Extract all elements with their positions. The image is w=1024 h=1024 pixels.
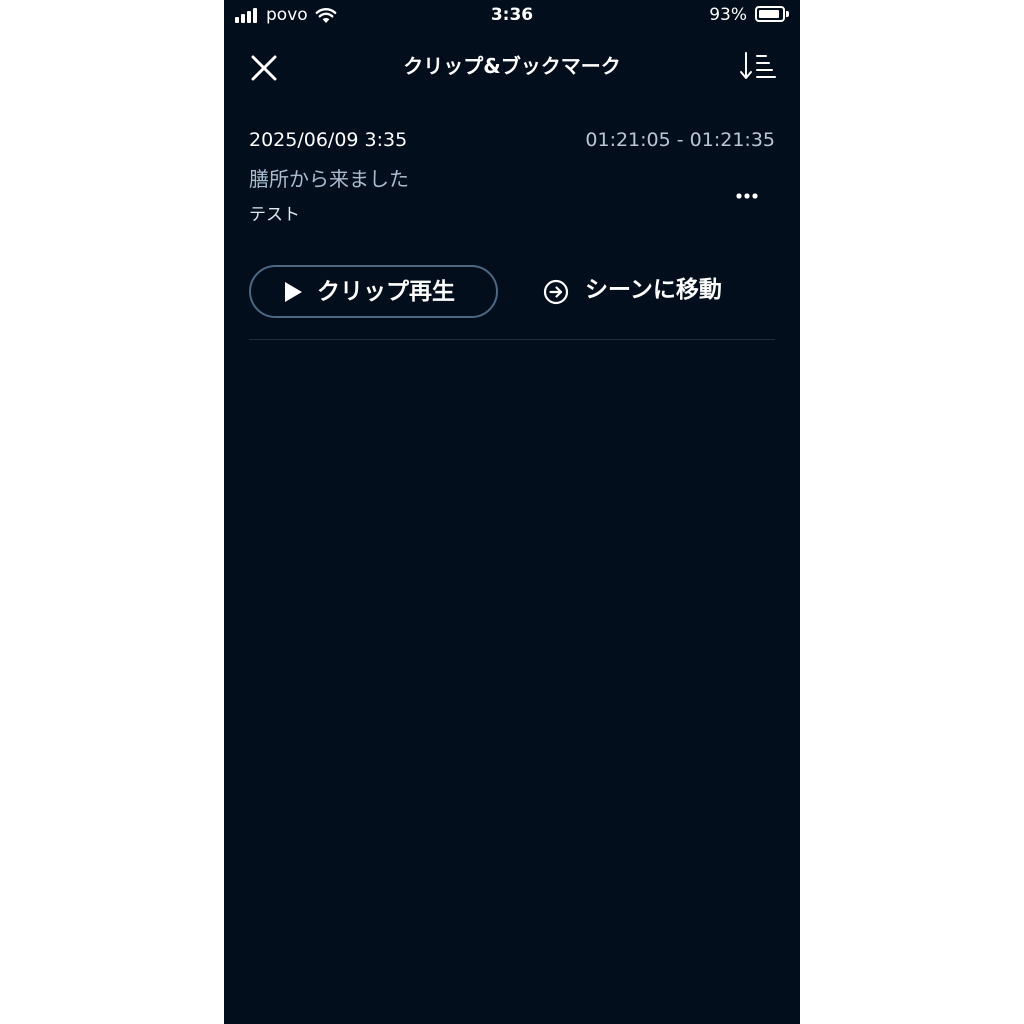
battery-level (759, 10, 780, 18)
clip-play-label: クリップ再生 (317, 279, 455, 305)
clip-date: 2025/06/09 3:35 (249, 129, 408, 151)
battery-percentage: 93% (709, 5, 747, 25)
sort-icon[interactable] (738, 50, 778, 82)
clip-list-item: 2025/06/09 3:35 01:21:05 - 01:21:35 膳所から… (249, 118, 775, 340)
play-icon (285, 282, 302, 302)
clip-title: 膳所から来ました (249, 167, 409, 191)
battery-cap (786, 11, 789, 17)
status-bar: povo 3:36 93% (224, 0, 800, 32)
app-screen: povo 3:36 93% クリップ&ブックマーク 2025/06/09 3:3… (224, 0, 800, 1024)
go-to-scene-label: シーンに移動 (585, 277, 722, 303)
arrow-right-circle-icon (543, 279, 569, 305)
clip-time-range: 01:21:05 - 01:21:35 (585, 129, 775, 151)
header-bar: クリップ&ブックマーク (224, 36, 800, 96)
page-title: クリップ&ブックマーク (403, 54, 621, 78)
clip-play-button[interactable]: クリップ再生 (249, 265, 498, 318)
more-options-icon[interactable] (729, 184, 765, 208)
battery-icon (755, 6, 785, 22)
go-to-scene-button[interactable]: シーンに移動 (543, 268, 743, 316)
clip-note: テスト (249, 205, 300, 225)
